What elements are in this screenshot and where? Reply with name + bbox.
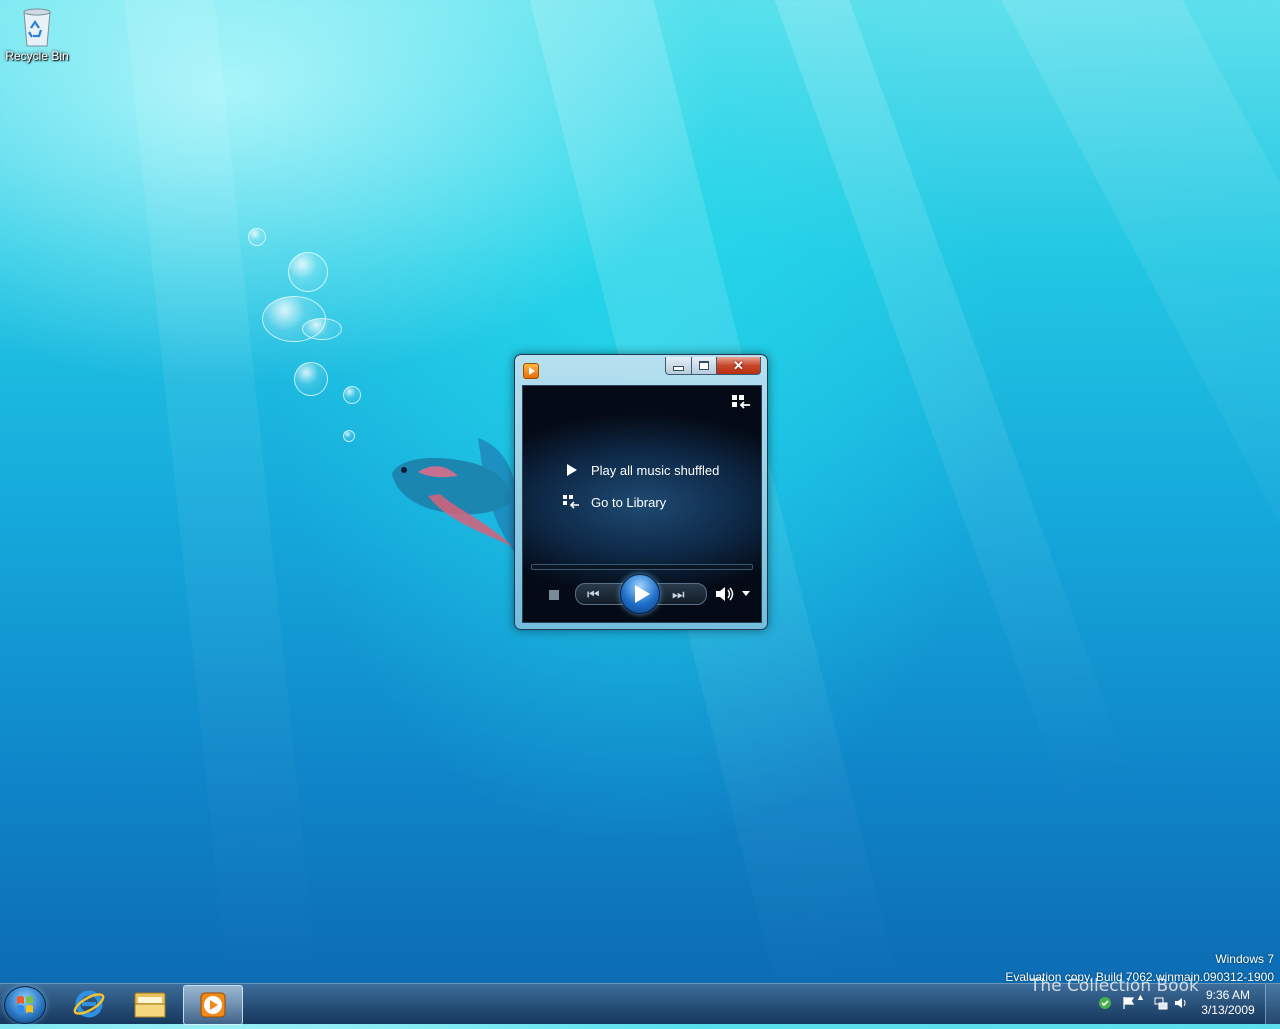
bubble xyxy=(343,430,355,442)
play-all-shuffled-link[interactable]: Play all music shuffled xyxy=(563,462,719,478)
previous-button[interactable]: ⏮ xyxy=(587,586,599,603)
minimize-icon xyxy=(673,365,684,371)
seek-bar[interactable] xyxy=(531,564,753,570)
windows-logo-icon xyxy=(17,996,33,1013)
flag-icon[interactable] xyxy=(1122,996,1136,1010)
next-button[interactable]: ⏭ xyxy=(672,586,684,603)
close-icon: ✕ xyxy=(733,358,744,373)
maximize-icon xyxy=(699,361,709,370)
switch-to-library-icon[interactable] xyxy=(731,394,751,412)
bubble xyxy=(294,362,328,396)
clock-time: 9:36 AM xyxy=(1205,988,1251,1002)
show-desktop-button[interactable] xyxy=(1265,984,1280,1024)
bubble xyxy=(343,386,361,404)
folder-icon xyxy=(134,992,166,1018)
go-to-library-link[interactable]: Go to Library xyxy=(563,494,666,510)
betta-fish-wallpaper xyxy=(392,438,520,557)
bubble xyxy=(302,318,342,340)
network-icon[interactable] xyxy=(1154,996,1168,1010)
play-all-label: Play all music shuffled xyxy=(591,462,720,478)
windows-media-player-icon xyxy=(523,363,539,379)
play-icon xyxy=(563,462,579,478)
go-to-library-label: Go to Library xyxy=(591,494,667,510)
bubble xyxy=(288,252,328,292)
minimize-button[interactable] xyxy=(665,357,692,375)
recycle-bin-icon xyxy=(21,6,53,48)
internet-explorer-icon xyxy=(73,990,105,1018)
site-watermark-text: The Collection Book xyxy=(1030,976,1199,996)
bubble xyxy=(248,228,266,246)
play-button[interactable] xyxy=(620,574,660,614)
site-watermark: The Collection Book xyxy=(1030,976,1199,996)
action-center-icon[interactable] xyxy=(1098,996,1112,1010)
taskbar-clock[interactable]: 9:36 AM 3/13/2009 xyxy=(1198,988,1258,1018)
recycle-bin-label: Recycle Bin xyxy=(5,49,69,63)
taskbar-windows-media-player[interactable] xyxy=(183,985,243,1025)
desktop-icon-recycle-bin[interactable]: Recycle Bin xyxy=(4,6,70,63)
clock-date: 3/13/2009 xyxy=(1201,1003,1255,1017)
close-button[interactable]: ✕ xyxy=(717,357,761,375)
speaker-icon[interactable] xyxy=(715,586,735,602)
now-playing-area: Play all music shuffled Go to Library ⏮ … xyxy=(522,385,762,623)
media-player-window[interactable]: ✕ Play all music shuffled Go to Library … xyxy=(514,354,768,630)
taskbar-internet-explorer[interactable] xyxy=(60,985,118,1023)
taskbar-windows-explorer[interactable] xyxy=(121,985,179,1023)
stop-button[interactable] xyxy=(549,590,559,600)
caption-buttons: ✕ xyxy=(665,357,761,375)
media-player-icon xyxy=(200,992,226,1018)
windows-version: Windows 7 xyxy=(1215,952,1274,966)
maximize-button[interactable] xyxy=(692,357,717,375)
library-icon xyxy=(563,495,579,509)
playback-controls: ⏮ ⏭ xyxy=(523,574,761,614)
volume-dropdown-icon[interactable] xyxy=(742,591,750,596)
start-button[interactable] xyxy=(4,986,46,1024)
volume-icon[interactable] xyxy=(1174,996,1188,1010)
